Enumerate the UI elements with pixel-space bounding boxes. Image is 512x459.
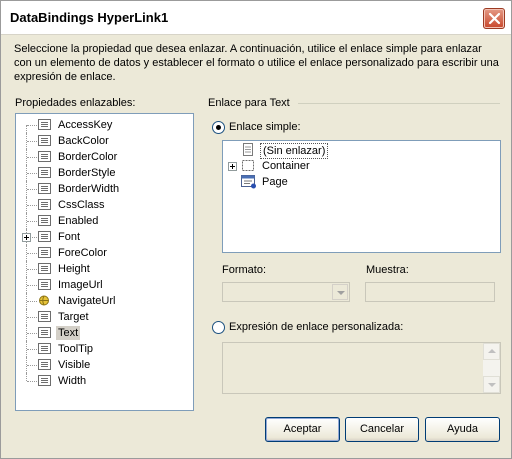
property-icon bbox=[38, 311, 51, 322]
property-label: AccessKey bbox=[58, 119, 113, 131]
sample-label: Muestra: bbox=[366, 264, 409, 276]
property-icon bbox=[38, 247, 51, 258]
property-item[interactable]: AccessKey bbox=[16, 117, 191, 133]
property-item[interactable]: ToolTip bbox=[16, 341, 191, 357]
property-item[interactable]: Enabled bbox=[16, 213, 191, 229]
property-icon bbox=[38, 183, 51, 194]
property-label: ForeColor bbox=[58, 247, 107, 259]
property-item[interactable]: BackColor bbox=[16, 133, 191, 149]
property-label: Target bbox=[58, 311, 89, 323]
url-property-icon bbox=[38, 295, 51, 306]
unbound-icon bbox=[241, 143, 255, 159]
property-item[interactable]: Target bbox=[16, 309, 191, 325]
tree-node-label: Container bbox=[262, 160, 310, 172]
data-item-tree[interactable]: (Sin enlazar) Container Page bbox=[222, 140, 501, 253]
property-icon bbox=[38, 215, 51, 226]
property-label: Visible bbox=[58, 359, 91, 371]
window-title: DataBindings HyperLink1 bbox=[10, 10, 169, 25]
property-item[interactable]: ForeColor bbox=[16, 245, 191, 261]
property-icon bbox=[38, 327, 51, 338]
close-button[interactable] bbox=[483, 8, 505, 29]
property-item[interactable]: Height bbox=[16, 261, 191, 277]
property-item[interactable]: Font bbox=[16, 229, 191, 245]
tree-node-label: (Sin enlazar) bbox=[260, 143, 329, 159]
property-item[interactable]: Width bbox=[16, 373, 191, 389]
property-label: Enabled bbox=[58, 215, 99, 227]
property-item[interactable]: Visible bbox=[16, 357, 191, 373]
property-label: ImageUrl bbox=[58, 279, 103, 291]
property-item[interactable]: ImageUrl bbox=[16, 277, 191, 293]
property-label: Height bbox=[58, 263, 90, 275]
property-item[interactable]: CssClass bbox=[16, 197, 191, 213]
property-icon bbox=[38, 279, 51, 290]
group-divider bbox=[298, 103, 500, 104]
tree-node[interactable]: (Sin enlazar) bbox=[227, 142, 487, 159]
chevron-down-icon[interactable] bbox=[332, 284, 348, 300]
property-label: NavigateUrl bbox=[58, 295, 116, 307]
simple-binding-label[interactable]: Enlace simple: bbox=[229, 121, 301, 133]
property-icon bbox=[38, 167, 51, 178]
scroll-up-icon[interactable] bbox=[483, 343, 500, 360]
ok-button[interactable]: Aceptar bbox=[265, 417, 340, 442]
property-label: ToolTip bbox=[58, 343, 94, 355]
databindings-dialog: DataBindings HyperLink1 Seleccione la pr… bbox=[0, 0, 512, 459]
property-icon bbox=[38, 119, 51, 130]
expression-scrollbar[interactable] bbox=[483, 343, 500, 393]
sample-field bbox=[365, 282, 495, 302]
property-item[interactable]: Text bbox=[16, 325, 191, 341]
close-icon bbox=[488, 12, 501, 25]
property-icon bbox=[38, 359, 51, 370]
page-icon bbox=[241, 175, 257, 192]
bindable-properties-label: Propiedades enlazables: bbox=[15, 97, 136, 109]
property-item[interactable]: NavigateUrl bbox=[16, 293, 191, 309]
property-icon bbox=[38, 263, 51, 274]
property-icon bbox=[38, 231, 51, 242]
title-bar[interactable]: DataBindings HyperLink1 bbox=[1, 1, 511, 35]
simple-binding-radio[interactable] bbox=[212, 121, 225, 134]
property-label: Text bbox=[56, 326, 81, 340]
tree-node[interactable]: Container bbox=[227, 158, 487, 174]
expand-icon[interactable] bbox=[22, 233, 31, 242]
expand-icon[interactable] bbox=[228, 162, 237, 171]
format-label: Formato: bbox=[222, 264, 267, 276]
custom-binding-radio[interactable] bbox=[212, 321, 225, 334]
cancel-button[interactable]: Cancelar bbox=[345, 417, 419, 442]
property-icon bbox=[38, 135, 51, 146]
tree-node[interactable]: Page bbox=[227, 174, 487, 190]
property-label: Width bbox=[58, 375, 87, 387]
bindable-properties-list[interactable]: AccessKey BackColor BorderColor BorderStyle… bbox=[15, 113, 194, 411]
property-label: BackColor bbox=[58, 135, 109, 147]
property-item[interactable]: BorderStyle bbox=[16, 165, 191, 181]
container-icon bbox=[241, 159, 255, 175]
property-icon bbox=[38, 375, 51, 386]
property-item[interactable]: BorderWidth bbox=[16, 181, 191, 197]
property-icon bbox=[38, 199, 51, 210]
property-label: Font bbox=[58, 231, 81, 243]
format-combobox[interactable] bbox=[222, 282, 350, 302]
property-label: BorderStyle bbox=[58, 167, 116, 179]
scroll-down-icon[interactable] bbox=[483, 376, 500, 393]
custom-binding-label[interactable]: Expresión de enlace personalizada: bbox=[229, 321, 403, 333]
property-icon bbox=[38, 151, 51, 162]
instructions-text: Seleccione la propiedad que desea enlaza… bbox=[14, 43, 499, 83]
property-label: BorderWidth bbox=[58, 183, 120, 195]
binding-group-label: Enlace para Text bbox=[208, 97, 290, 109]
custom-expression-field[interactable] bbox=[222, 342, 501, 394]
tree-node-label: Page bbox=[262, 176, 288, 188]
help-button[interactable]: Ayuda bbox=[425, 417, 500, 442]
property-item[interactable]: BorderColor bbox=[16, 149, 191, 165]
property-icon bbox=[38, 343, 51, 354]
property-label: BorderColor bbox=[58, 151, 118, 163]
property-label: CssClass bbox=[58, 199, 105, 211]
